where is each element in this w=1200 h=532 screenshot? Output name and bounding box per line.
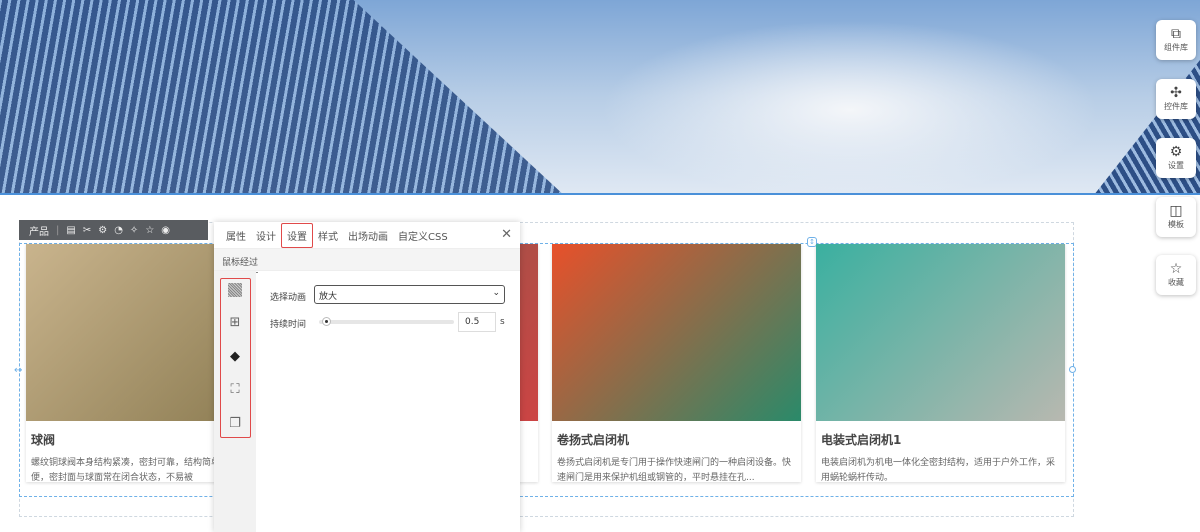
banner-image (0, 0, 1200, 195)
sidebar-item-templates[interactable]: ◫ 模板 (1156, 197, 1196, 237)
puzzle-icon: ✣ (1170, 85, 1182, 101)
edit-icon[interactable]: ▤ (66, 225, 75, 236)
slider-knob[interactable] (321, 317, 331, 326)
duration-label: 持续时间 (270, 320, 307, 330)
star-icon: ☆ (1169, 261, 1183, 277)
product-description: 卷扬式启闭机是专门用于操作快速闸门的一种启闭设备。快速闸门是用来保护机组或钢管的… (557, 458, 792, 483)
duration-input[interactable]: 0.5 (458, 312, 496, 332)
product-image (816, 244, 1065, 421)
gear-icon: ⚙ (1169, 144, 1183, 160)
duration-unit: s (500, 317, 505, 327)
component-name: 产品 (29, 226, 49, 238)
close-icon[interactable]: ✕ (501, 227, 512, 242)
star-icon[interactable]: ☆ (145, 225, 154, 236)
sidebar-item-settings[interactable]: ⚙ 设置 (1156, 138, 1196, 178)
duration-slider[interactable] (319, 317, 454, 326)
layers-icon[interactable]: ◆ (228, 350, 242, 364)
magic-icon[interactable]: ✧ (130, 225, 138, 236)
sidebar-item-widgets[interactable]: ✣ 控件库 (1156, 79, 1196, 119)
product-description: 电装启闭机为机电一体化全密封结构，适用于户外工作，采用蜗轮蜗杆传动。 (821, 458, 1056, 483)
resize-handle-right[interactable] (1069, 366, 1076, 373)
component-toolbar: 产品 | ▤ ✂ ⚙ ◔ ✧ ☆ ◉ (19, 220, 208, 240)
tab-4[interactable]: 出场动画 (343, 224, 393, 247)
tab-2[interactable]: 设置 (281, 222, 313, 248)
effect-icon-column: ⊞ ◆ ⛶ ❐ (214, 271, 256, 532)
gear-icon[interactable]: ⚙ (98, 225, 107, 236)
sidebar-item-favorites[interactable]: ☆ 收藏 (1156, 255, 1196, 295)
layers-icon: ⧉ (1171, 26, 1181, 42)
tab-1[interactable]: 设计 (251, 224, 281, 247)
product-title: 卷扬式启闭机 (557, 433, 630, 447)
tab-3[interactable]: 样式 (313, 224, 343, 247)
product-card[interactable]: 电装式启闭机1 电装启闭机为机电一体化全密封结构，适用于户外工作，采用蜗轮蜗杆传… (816, 244, 1065, 483)
eye-icon[interactable]: ◉ (161, 225, 170, 236)
tab-5[interactable]: 自定义CSS (393, 224, 453, 247)
animation-select[interactable]: 放大 ⌄ (314, 285, 505, 304)
chevron-down-icon: ⌄ (492, 288, 500, 298)
copy-icon[interactable]: ❐ (228, 417, 242, 431)
grid-icon[interactable]: ⊞ (228, 316, 242, 330)
sidebar-item-components[interactable]: ⧉ 组件库 (1156, 20, 1196, 60)
expand-icon[interactable]: ⛶ (228, 383, 242, 397)
product-image (552, 244, 801, 421)
pattern-icon[interactable] (228, 283, 242, 297)
tab-0[interactable]: 属性 (221, 224, 251, 247)
product-card[interactable]: 卷扬式启闭机 卷扬式启闭机是专门用于操作快速闸门的一种启闭设备。快速闸门是用来保… (552, 244, 801, 483)
animation-label: 选择动画 (270, 293, 307, 303)
template-icon: ◫ (1169, 203, 1183, 219)
resize-handle-left[interactable]: ↔ (14, 365, 22, 376)
product-title: 电装式启闭机1 (821, 433, 902, 447)
style-icon[interactable]: ◔ (114, 225, 123, 236)
settings-panel: 属性 设计 设置 样式 出场动画 自定义CSS ✕ 鼠标经过 ⊞ ◆ ⛶ ❐ 选择动画 放… (214, 222, 520, 532)
tools-icon[interactable]: ✂ (83, 225, 91, 236)
